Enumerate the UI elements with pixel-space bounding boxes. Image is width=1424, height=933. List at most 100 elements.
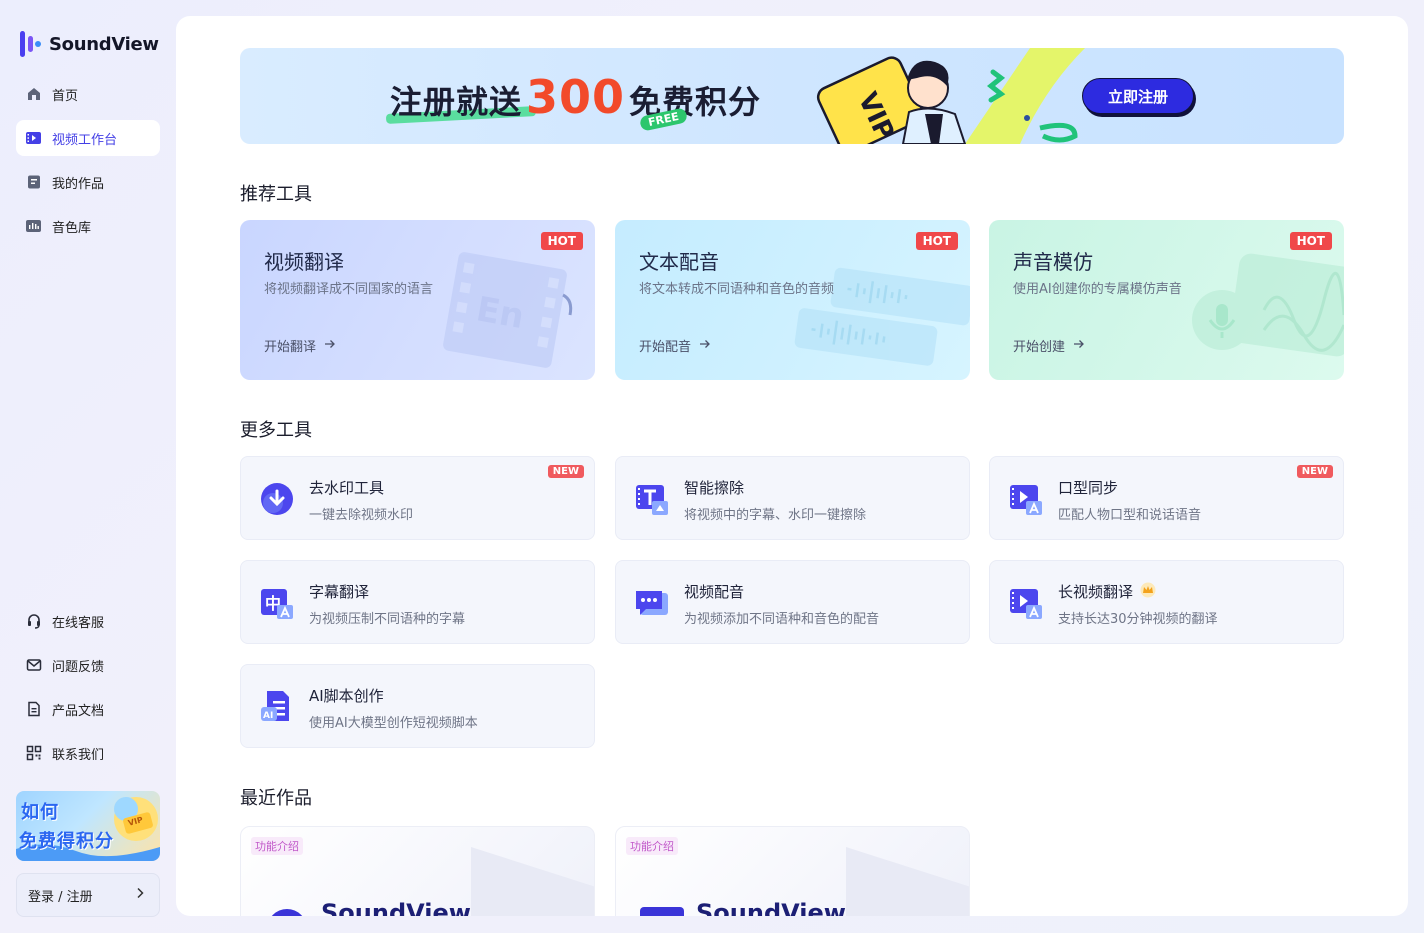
sidebar-item-label: 联系我们 xyxy=(52,747,105,763)
lip-sync-icon xyxy=(1010,485,1042,515)
arrow-right-icon xyxy=(324,338,336,353)
smart-erase-tool[interactable]: 智能擦除 将视频中的字幕、水印一键擦除 xyxy=(615,456,970,540)
sidebar-item-my-works[interactable]: 我的作品 xyxy=(16,164,160,200)
register-now-button[interactable]: 立即注册 xyxy=(1082,78,1194,114)
sidebar-item-label: 问题反馈 xyxy=(52,659,105,675)
promo-title-line2: 免费得积分 xyxy=(19,831,114,852)
logo-text: SoundView xyxy=(49,33,159,55)
tool-description: 使用AI大模型创作短视频脚本 xyxy=(309,716,478,731)
tool-description: 将视频中的字幕、水印一键擦除 xyxy=(684,508,867,523)
free-points-promo[interactable]: 如何 免费得积分 VIP xyxy=(16,791,160,861)
main-content: 注册就送 300 免费积分 FREE VIP 立即注册 推荐工具 En HOT … xyxy=(176,16,1408,916)
tool-name: 去水印工具 xyxy=(309,479,385,497)
main-nav: 首页 视频工作台 我的作品 音色库 xyxy=(16,76,160,252)
voice-clone-card[interactable]: HOT 声音模仿 使用AI创建你的专属模仿声音 开始创建 xyxy=(989,220,1344,380)
recommended-tools-title: 推荐工具 xyxy=(240,184,312,205)
tool-description: 一键去除视频水印 xyxy=(309,508,414,523)
en-deco-text: En xyxy=(473,289,527,337)
crown-icon xyxy=(1139,582,1157,602)
banner-title-number: 300 xyxy=(526,70,626,124)
start-dubbing-link[interactable]: 开始配音 xyxy=(639,336,711,355)
soundview-logo-icon xyxy=(271,909,303,916)
tool-description: 为视频压制不同语种的字幕 xyxy=(309,612,466,627)
register-banner[interactable]: 注册就送 300 免费积分 FREE VIP 立即注册 xyxy=(240,48,1344,144)
card-description: 使用AI创建你的专属模仿声音 xyxy=(1013,282,1182,297)
sidebar-item-home[interactable]: 首页 xyxy=(16,76,160,112)
tool-name: 视频配音 xyxy=(684,583,745,601)
sidebar-item-contact[interactable]: 联系我们 xyxy=(16,735,160,771)
hot-badge: HOT xyxy=(1289,232,1332,250)
tool-name: 字幕翻译 xyxy=(309,583,370,601)
logo-icon xyxy=(19,30,43,58)
sidebar-item-label: 视频工作台 xyxy=(52,132,118,148)
bottom-nav: 在线客服 问题反馈 产品文档 联系我们 xyxy=(16,603,160,779)
qrcode-icon xyxy=(25,745,42,762)
watermark-remover-tool[interactable]: 去水印工具 一键去除视频水印 NEW xyxy=(240,456,595,540)
soundview-logo-icon xyxy=(640,907,684,916)
headset-icon xyxy=(25,613,42,630)
erase-icon xyxy=(636,485,668,515)
subtitle-translate-tool[interactable]: 中 字幕翻译 为视频压制不同语种的字幕 xyxy=(240,560,595,644)
sidebar-item-label: 产品文档 xyxy=(52,703,105,719)
sidebar-item-label: 我的作品 xyxy=(52,176,105,192)
cta-label: 开始配音 xyxy=(639,340,692,355)
tool-description: 为视频添加不同语种和音色的配音 xyxy=(684,612,880,627)
voice-library-icon xyxy=(25,218,42,235)
tool-name: AI脚本创作 xyxy=(309,687,384,705)
login-register-button[interactable]: 登录 / 注册 xyxy=(16,873,160,917)
mail-icon xyxy=(25,657,42,674)
svg-text:AI: AI xyxy=(263,711,273,721)
recent-work-card[interactable]: 功能介绍 SoundView xyxy=(240,826,595,916)
video-dubbing-tool[interactable]: 视频配音 为视频添加不同语种和音色的配音 xyxy=(615,560,970,644)
video-dubbing-icon xyxy=(636,591,668,615)
more-tools-title: 更多工具 xyxy=(240,420,312,441)
sidebar-item-video-workbench[interactable]: 视频工作台 xyxy=(16,120,160,156)
start-create-link[interactable]: 开始创建 xyxy=(1013,336,1085,355)
thumbnail-brand: SoundView xyxy=(321,899,471,916)
banner-title: 注册就送 300 免费积分 xyxy=(390,70,761,124)
tool-description: 匹配人物口型和说话语音 xyxy=(1058,508,1202,523)
tool-name: 智能擦除 xyxy=(684,479,745,497)
chevron-right-icon xyxy=(135,887,145,903)
subtitle-translate-icon: 中 xyxy=(261,589,293,619)
sidebar-item-docs[interactable]: 产品文档 xyxy=(16,691,160,727)
new-badge: NEW xyxy=(1296,465,1333,478)
promo-title-line1: 如何 xyxy=(21,802,59,823)
text-to-speech-card[interactable]: HOT 文本配音 将文本转成不同语种和音色的音频 开始配音 xyxy=(615,220,970,380)
sidebar-item-label: 首页 xyxy=(52,88,79,104)
video-translate-card[interactable]: En HOT 视频翻译 将视频翻译成不同国家的语言 开始翻译 xyxy=(240,220,595,380)
recent-works-title: 最近作品 xyxy=(240,788,312,809)
home-icon xyxy=(25,86,42,103)
logo[interactable]: SoundView xyxy=(19,30,159,58)
login-label: 登录 / 注册 xyxy=(28,889,93,905)
sidebar-item-label: 在线客服 xyxy=(52,615,105,631)
start-translate-link[interactable]: 开始翻译 xyxy=(264,336,336,355)
ai-script-icon: AI xyxy=(261,691,289,721)
card-description: 将文本转成不同语种和音色的音频 xyxy=(639,282,835,297)
banner-illustration: VIP xyxy=(816,48,1085,144)
sidebar-item-online-support[interactable]: 在线客服 xyxy=(16,603,160,639)
long-video-icon xyxy=(1010,589,1042,619)
download-icon xyxy=(261,483,293,515)
hot-badge: HOT xyxy=(540,232,583,250)
arrow-right-icon xyxy=(1073,338,1085,353)
sidebar-item-feedback[interactable]: 问题反馈 xyxy=(16,647,160,683)
ai-script-tool[interactable]: AI AI脚本创作 使用AI大模型创作短视频脚本 xyxy=(240,664,595,748)
hot-badge: HOT xyxy=(915,232,958,250)
cta-label: 开始创建 xyxy=(1013,340,1066,355)
long-video-translate-tool[interactable]: 长视频翻译 支持长达30分钟视频的翻译 xyxy=(989,560,1344,644)
card-description: 将视频翻译成不同国家的语言 xyxy=(264,282,434,297)
thumbnail-brand: SoundView xyxy=(696,899,846,916)
card-title: 视频翻译 xyxy=(264,250,344,274)
feature-intro-tag: 功能介绍 xyxy=(251,837,303,855)
my-works-icon xyxy=(25,174,42,191)
video-workbench-icon xyxy=(25,130,42,147)
card-title: 文本配音 xyxy=(639,250,719,274)
feature-intro-tag: 功能介绍 xyxy=(626,837,678,855)
lip-sync-tool[interactable]: 口型同步 匹配人物口型和说话语音 NEW xyxy=(989,456,1344,540)
tool-name-row: 长视频翻译 xyxy=(1058,581,1157,602)
sidebar-item-label: 音色库 xyxy=(52,220,92,236)
cta-label: 开始翻译 xyxy=(264,340,317,355)
sidebar-item-voice-library[interactable]: 音色库 xyxy=(16,208,160,244)
recent-work-card[interactable]: 功能介绍 SoundView xyxy=(615,826,970,916)
